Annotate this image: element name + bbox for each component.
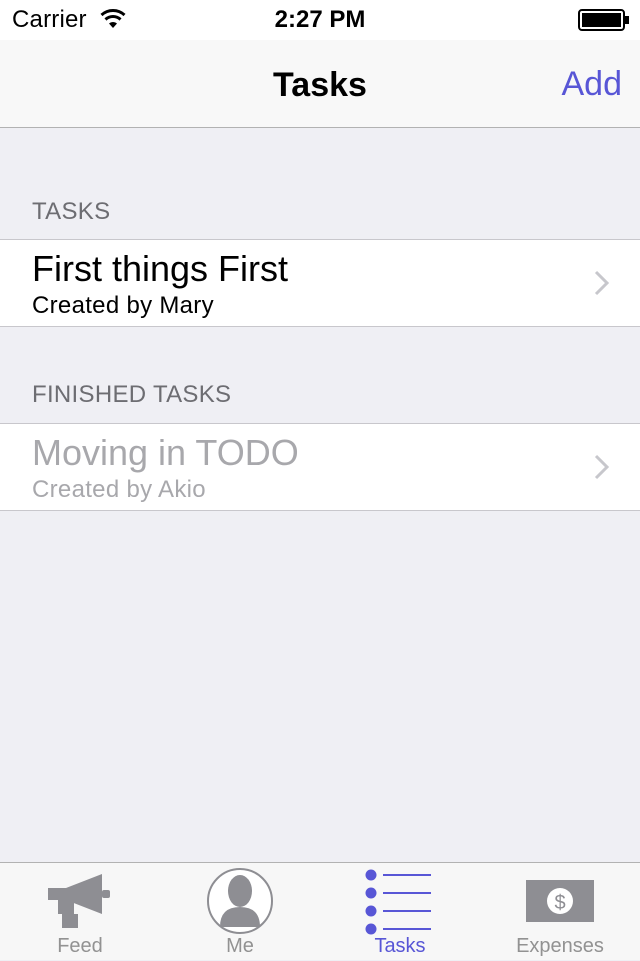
task-title: First things First xyxy=(32,248,289,289)
status-bar: Carrier 2:27 PM xyxy=(0,0,640,40)
list-icon xyxy=(320,869,480,935)
battery-icon xyxy=(578,9,630,36)
task-subtitle: Created by Mary xyxy=(32,292,214,319)
tab-label: Expenses xyxy=(516,935,604,957)
chevron-right-icon xyxy=(594,270,610,301)
chevron-right-icon xyxy=(594,454,610,485)
task-title: Moving in TODO xyxy=(32,432,299,473)
tab-tasks[interactable]: Tasks xyxy=(320,863,480,961)
section-header-finished: FINISHED TASKS xyxy=(32,381,232,408)
task-subtitle: Created by Akio xyxy=(32,476,206,503)
navigation-bar: Tasks Add xyxy=(0,40,640,128)
tab-feed[interactable]: Feed xyxy=(0,863,160,961)
page-title: Tasks xyxy=(273,66,367,104)
finished-task-row[interactable]: Moving in TODO Created by Akio xyxy=(0,423,640,511)
status-time: 2:27 PM xyxy=(274,6,366,33)
tab-me[interactable]: Me xyxy=(160,863,320,961)
tab-label: Tasks xyxy=(374,935,426,957)
megaphone-icon xyxy=(0,869,160,933)
tab-label: Me xyxy=(226,935,254,957)
add-button[interactable]: Add xyxy=(562,65,623,104)
tab-bar: Feed Me Tasks $ Expenses xyxy=(0,862,640,960)
svg-text:$: $ xyxy=(554,892,565,914)
tab-label: Feed xyxy=(57,935,103,957)
profile-icon xyxy=(160,868,320,934)
section-header-tasks: TASKS xyxy=(32,198,111,225)
tab-expenses[interactable]: $ Expenses xyxy=(480,863,640,961)
dollar-bill-icon: $ xyxy=(480,869,640,933)
task-row[interactable]: First things First Created by Mary xyxy=(0,239,640,327)
